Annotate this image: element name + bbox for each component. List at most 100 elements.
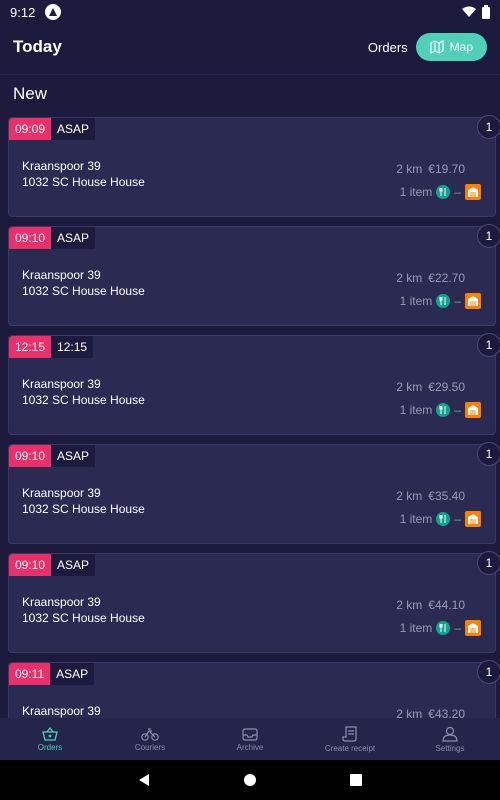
order-city: 1032 SC House House <box>22 393 145 407</box>
order-time: 12:15 <box>9 336 52 358</box>
user-icon <box>442 726 458 742</box>
nav-couriers[interactable]: Couriers <box>100 718 200 760</box>
order-items: 1 item <box>399 403 433 417</box>
order-schedule: ASAP <box>51 445 96 467</box>
order-meta: 2 km €44.10 <box>396 598 465 612</box>
order-count-badge: 1 <box>477 115 500 139</box>
app-notification-icon <box>45 4 62 20</box>
order-dash: – <box>454 403 461 417</box>
map-icon <box>430 40 444 54</box>
order-dash: – <box>454 512 461 526</box>
nav-create-receipt-label: Create receipt <box>324 743 376 753</box>
delivery-platform-icon <box>465 402 481 418</box>
order-street: Kraanspoor 39 <box>22 377 101 391</box>
status-time: 9:12 <box>10 4 36 20</box>
order-count-badge: 1 <box>477 224 500 248</box>
order-street: Kraanspoor 39 <box>22 595 101 609</box>
order-time-tag: 09:10 ASAP <box>9 445 96 467</box>
status-bar: 9:12 <box>0 0 500 24</box>
order-card[interactable]: 09:10 ASAP 1 Kraanspoor 39 1032 SC House… <box>8 442 500 544</box>
order-schedule: ASAP <box>51 118 96 140</box>
bicycle-icon <box>141 727 159 741</box>
order-card[interactable]: 09:10 ASAP 1 Kraanspoor 39 1032 SC House… <box>8 551 500 653</box>
nav-archive[interactable]: Archive <box>200 718 300 760</box>
order-city: 1032 SC House House <box>22 175 145 189</box>
order-time: 09:10 <box>9 554 52 576</box>
wifi-icon <box>462 6 476 17</box>
order-price: €43.20 <box>428 707 465 718</box>
order-card[interactable]: 09:09 ASAP 1 Kraanspoor 39 1032 SC House… <box>8 115 500 217</box>
order-dash: – <box>454 185 461 199</box>
back-icon[interactable] <box>137 773 151 787</box>
order-time: 09:09 <box>9 118 52 140</box>
nav-settings[interactable]: Settings <box>400 718 500 760</box>
order-address: Kraanspoor 39 1032 SC House House <box>22 594 145 626</box>
map-button-label: Map <box>449 40 473 54</box>
order-address: Kraanspoor 39 <box>22 703 101 718</box>
order-card[interactable]: 09:11 ASAP 1 Kraanspoor 39 2 km €43.20 <box>8 660 500 718</box>
delivery-platform-icon <box>465 184 481 200</box>
order-city: 1032 SC House House <box>22 502 145 516</box>
order-street: Kraanspoor 39 <box>22 704 101 718</box>
map-view-button[interactable]: Map <box>415 33 487 61</box>
order-meta: 2 km €43.20 <box>396 707 465 718</box>
order-list[interactable]: 09:09 ASAP 1 Kraanspoor 39 1032 SC House… <box>0 110 500 718</box>
order-distance: 2 km <box>396 598 423 612</box>
order-address: Kraanspoor 39 1032 SC House House <box>22 485 145 517</box>
order-time-tag: 09:10 ASAP <box>9 554 96 576</box>
order-meta: 2 km €22.70 <box>396 271 465 285</box>
order-street: Kraanspoor 39 <box>22 486 101 500</box>
order-items: 1 item <box>399 185 433 199</box>
order-time: 09:10 <box>9 445 52 467</box>
nav-create-receipt[interactable]: Create receipt <box>300 718 400 760</box>
order-items-row: 1 item – <box>400 184 481 200</box>
order-time: 09:11 <box>9 663 51 685</box>
restaurant-icon <box>436 512 451 526</box>
order-price: €44.10 <box>428 598 465 612</box>
order-time-tag: 09:11 ASAP <box>9 663 95 685</box>
nav-settings-label: Settings <box>435 743 465 753</box>
order-schedule: 12:15 <box>51 336 94 358</box>
app-header: Today Orders Map <box>0 24 500 70</box>
order-street: Kraanspoor 39 <box>22 159 101 173</box>
order-distance: 2 km <box>396 271 423 285</box>
restaurant-icon <box>436 403 451 417</box>
order-dash: – <box>454 294 461 308</box>
recents-icon[interactable] <box>349 773 363 787</box>
order-price: €35.40 <box>428 489 465 503</box>
order-items: 1 item <box>399 621 433 635</box>
order-items-row: 1 item – <box>400 293 481 309</box>
home-icon[interactable] <box>243 773 257 787</box>
orders-view-toggle[interactable]: Orders <box>368 40 408 55</box>
nav-archive-label: Archive <box>236 742 264 752</box>
order-address: Kraanspoor 39 1032 SC House House <box>22 376 145 408</box>
order-card[interactable]: 09:10 ASAP 1 Kraanspoor 39 1032 SC House… <box>8 224 500 326</box>
restaurant-icon <box>436 294 451 308</box>
system-nav-bar <box>0 760 500 800</box>
receipt-icon <box>342 725 357 742</box>
section-title-new: New <box>13 84 48 103</box>
delivery-platform-icon <box>465 511 481 527</box>
page-title: Today <box>13 37 62 56</box>
order-time: 09:10 <box>9 227 52 249</box>
delivery-platform-icon <box>465 620 481 636</box>
nav-orders[interactable]: Orders <box>0 718 100 760</box>
archive-icon <box>242 727 258 741</box>
order-price: €19.70 <box>428 162 465 176</box>
nav-couriers-label: Couriers <box>134 742 166 752</box>
order-schedule: ASAP <box>51 554 96 576</box>
order-city: 1032 SC House House <box>22 284 145 298</box>
order-items: 1 item <box>399 512 433 526</box>
header-divider <box>0 74 500 75</box>
order-time-tag: 09:09 ASAP <box>9 118 96 140</box>
order-distance: 2 km <box>396 162 423 176</box>
order-city: 1032 SC House House <box>22 611 145 625</box>
restaurant-icon <box>436 621 451 635</box>
battery-icon <box>482 5 490 19</box>
order-card[interactable]: 12:15 12:15 1 Kraanspoor 39 1032 SC Hous… <box>8 333 500 435</box>
order-street: Kraanspoor 39 <box>22 268 101 282</box>
order-items-row: 1 item – <box>400 511 481 527</box>
delivery-platform-icon <box>465 293 481 309</box>
order-count-badge: 1 <box>477 551 500 575</box>
order-address: Kraanspoor 39 1032 SC House House <box>22 267 145 299</box>
